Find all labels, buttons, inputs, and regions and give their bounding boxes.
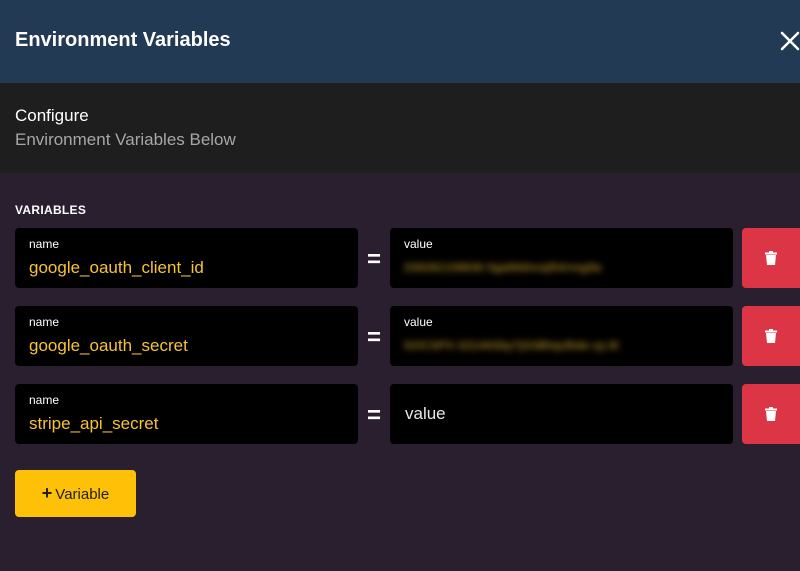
variable-value-field[interactable]: value 208282108836-5ga6kblnvql54rnsg9a	[390, 228, 733, 288]
value-input-placeholder[interactable]: value	[405, 404, 446, 424]
variable-row: name google_oauth_secret = value GOCSPX-…	[15, 306, 800, 366]
delete-variable-button[interactable]	[742, 384, 800, 444]
variable-value-field[interactable]: value	[390, 384, 733, 444]
trash-icon	[765, 407, 777, 421]
variable-row: name stripe_api_secret = value	[15, 384, 800, 444]
variable-name-field[interactable]: name google_oauth_client_id	[15, 228, 358, 288]
equals-sign: =	[366, 246, 381, 273]
value-label: value	[404, 315, 433, 329]
plus-icon: +	[41, 483, 53, 503]
trash-icon	[765, 251, 777, 265]
equals-sign: =	[366, 402, 381, 429]
equals-sign: =	[366, 324, 381, 351]
name-label: name	[29, 393, 60, 407]
name-input[interactable]: google_oauth_client_id	[29, 258, 204, 278]
trash-icon	[765, 329, 777, 343]
value-label: value	[404, 237, 433, 251]
name-label: name	[29, 315, 60, 329]
variables-panel: VARIABLES name google_oauth_client_id = …	[0, 173, 800, 571]
configure-panel: Configure Environment Variables Below	[0, 83, 800, 173]
value-input-blurred[interactable]: GOCSPX-SZz46Sby7jSSBhqufkde-cp.M	[404, 340, 619, 352]
add-variable-label: Variable	[55, 486, 110, 503]
variables-section-label: VARIABLES	[15, 203, 87, 217]
variable-value-field[interactable]: value GOCSPX-SZz46Sby7jSSBhqufkde-cp.M	[390, 306, 733, 366]
add-variable-button[interactable]: + Variable	[15, 470, 136, 517]
modal-title: Environment Variables	[15, 29, 231, 51]
variable-name-field[interactable]: name stripe_api_secret	[15, 384, 358, 444]
name-input[interactable]: google_oauth_secret	[29, 336, 188, 356]
delete-variable-button[interactable]	[742, 228, 800, 288]
configure-description: Environment Variables Below	[15, 130, 236, 149]
variable-row: name google_oauth_client_id = value 2082…	[15, 228, 800, 288]
modal-header: Environment Variables	[0, 0, 800, 83]
configure-title: Configure	[15, 106, 89, 125]
delete-variable-button[interactable]	[742, 306, 800, 366]
name-input[interactable]: stripe_api_secret	[29, 414, 158, 434]
value-input-blurred[interactable]: 208282108836-5ga6kblnvql54rnsg9a	[404, 262, 602, 274]
close-icon[interactable]	[778, 28, 800, 54]
name-label: name	[29, 237, 60, 251]
variable-name-field[interactable]: name google_oauth_secret	[15, 306, 358, 366]
